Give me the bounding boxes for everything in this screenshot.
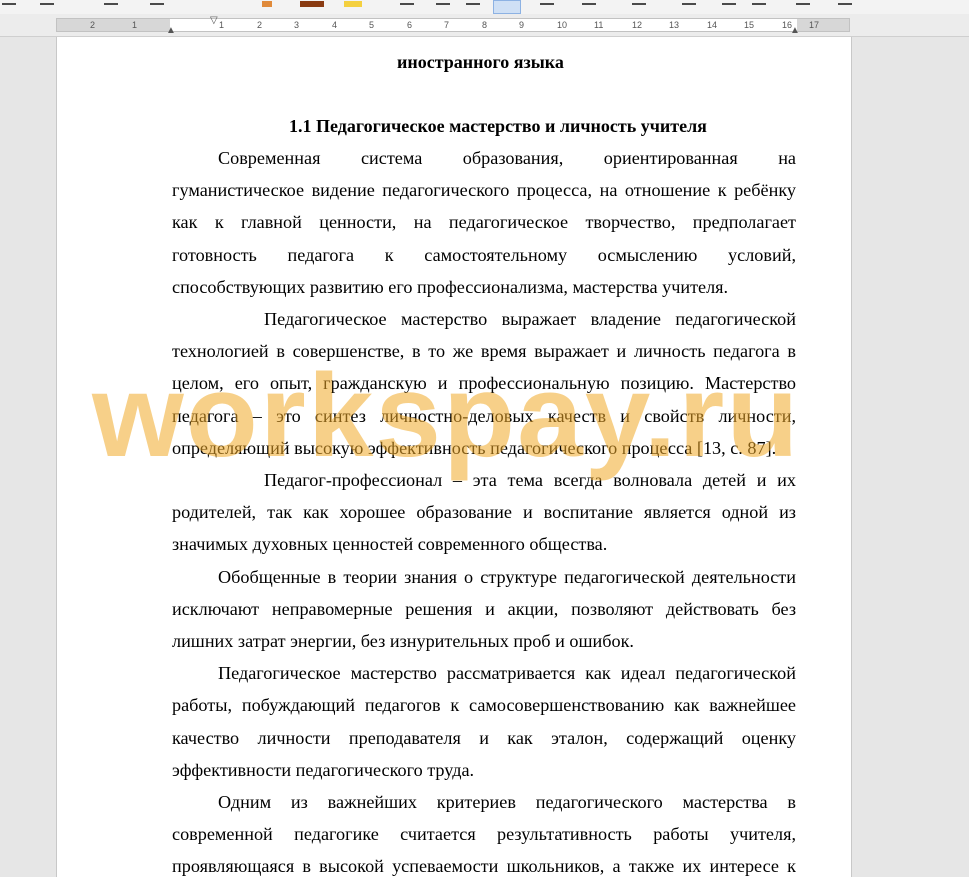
body-text-line: готовность педагога к самостоятельному о…: [172, 244, 796, 265]
body-text-line: Современная система образования, ориенти…: [218, 148, 796, 168]
ruler-number: 1: [132, 20, 138, 30]
ruler-number: 11: [594, 20, 604, 30]
ruler-number: 3: [294, 20, 300, 30]
ruler-number: 12: [632, 20, 643, 30]
body-text-line: Обобщенные в теории знания о структуре п…: [218, 566, 796, 587]
body-text-line: родителей, так как хорошее образование и…: [172, 502, 796, 523]
body-text-line: проявляющаяся в высокой успеваемости шко…: [172, 856, 796, 877]
body-text-line: исключают неправомерные решения и акции,…: [172, 598, 796, 619]
ruler-number: 2: [90, 20, 96, 30]
ruler-number: 6: [407, 20, 413, 30]
body-text-line: как к главной ценности, на педагогическо…: [172, 212, 796, 233]
ruler-number: 13: [669, 20, 680, 30]
body-text-line: работы, побуждающий педагогов к самосове…: [172, 695, 796, 716]
body-text-line: современной педагогике считается результ…: [172, 824, 796, 845]
body-text-line: эффективности педагогического труда.: [172, 759, 475, 780]
left-indent-marker[interactable]: ▲: [166, 26, 176, 36]
right-indent-marker[interactable]: ▲: [790, 26, 800, 36]
formatting-toolbar: [0, 0, 969, 15]
ruler-number: 15: [744, 20, 755, 30]
ruler-number: 8: [482, 20, 488, 30]
first-line-indent-marker[interactable]: ▽: [210, 16, 218, 26]
ruler-number: 4: [332, 20, 338, 30]
body-text-line: технологией в совершенстве, в то же врем…: [172, 341, 796, 362]
body-text-line: Педагогическое мастерство выражает владе…: [264, 309, 796, 329]
font-color-icon[interactable]: [300, 1, 324, 7]
highlighter-icon[interactable]: [262, 1, 272, 7]
workspace-background: [850, 37, 969, 867]
ruler-number: 7: [444, 20, 450, 30]
ruler-number: 2: [257, 20, 263, 30]
body-text-line: Педагогическое мастерство рассматриваетс…: [218, 663, 796, 684]
document-page[interactable]: иностранного языка 1.1 Педагогическое ма…: [56, 37, 852, 877]
ruler-bar: 2 1 1 2 3 4 5 6 7 8 9 10 11 12 13 14 15 16 17 ▲ ▽ ▲: [0, 14, 969, 37]
body-text-line: определяющий высокую эффективность педаг…: [172, 437, 777, 458]
body-text-line: лишних затрат энергии, без изнурительных…: [172, 631, 634, 651]
body-text-line: гуманистическое видение педагогического …: [172, 180, 796, 201]
ruler-number: 1: [219, 20, 225, 30]
ruler-left-margin: [57, 19, 170, 31]
body-text-line: способствующих развитию его профессионал…: [172, 276, 729, 297]
ruler-number: 14: [707, 20, 718, 30]
ruler-right-margin: [797, 19, 849, 31]
body-text-line: значимых духовных ценностей современного…: [172, 534, 608, 555]
body-text-line: целом, его опыт, гражданскую и профессио…: [172, 373, 796, 394]
body-text-line: педагога – это синтез личностно-деловых …: [172, 405, 796, 426]
ruler-number: 9: [519, 20, 525, 30]
section-heading: 1.1 Педагогическое мастерство и личность…: [289, 116, 707, 136]
ruler-number: 17: [809, 20, 820, 30]
align-justify-icon[interactable]: [493, 0, 521, 14]
body-text-line: Педагог-профессионал – эта тема всегда в…: [264, 470, 796, 490]
highlight-color-icon[interactable]: [344, 1, 362, 7]
body-text-line: качество личности преподавателя и как эт…: [172, 727, 796, 748]
body-text-line: Одним из важнейших критериев педагогичес…: [218, 792, 796, 812]
ruler-number: 5: [369, 20, 375, 30]
ruler-number: 10: [557, 20, 568, 30]
heading-continuation: иностранного языка: [397, 52, 564, 72]
